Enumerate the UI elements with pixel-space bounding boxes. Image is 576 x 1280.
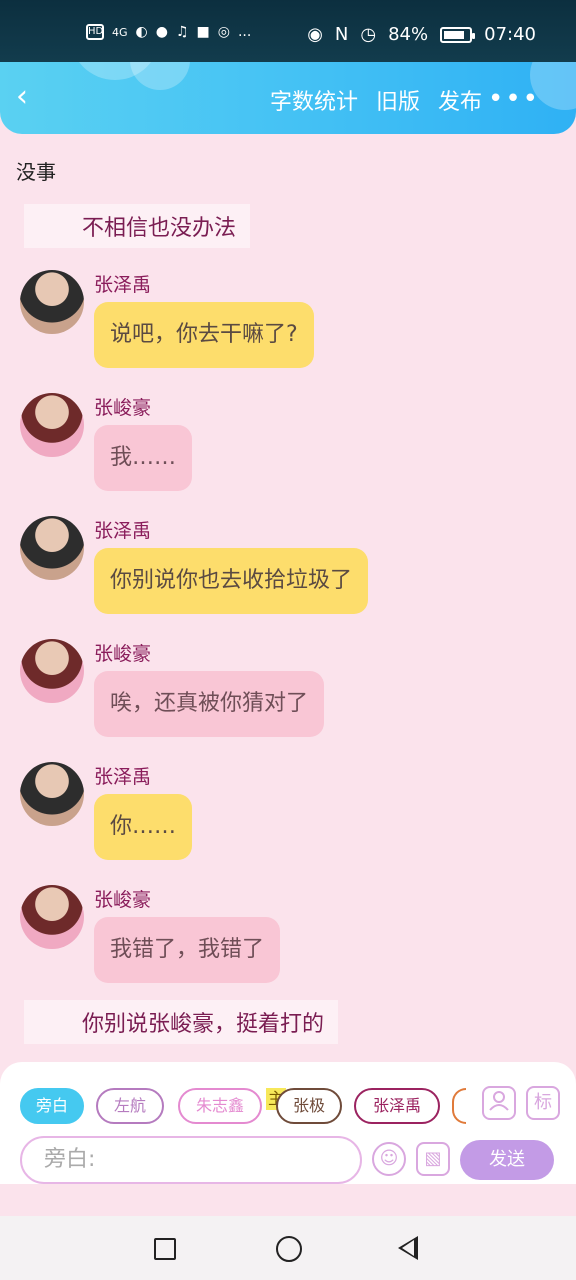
wifi-icon: ◐: [135, 24, 148, 40]
vpn-icon: ◎: [217, 24, 230, 40]
more-icon[interactable]: •••: [488, 84, 540, 114]
narration[interactable]: 你别说张峻豪，挺着打的: [24, 1000, 339, 1044]
status-bar: HD 4G ◐ ● ♫ ■ ◎ ... ◉ N ◷ 84% 07:40: [0, 0, 576, 62]
hd-icon: HD: [86, 24, 104, 40]
role-chip-zuohang[interactable]: 左航: [96, 1088, 164, 1124]
role-chip-zhangzeyu[interactable]: 张泽禹: [354, 1088, 440, 1124]
top-bar: HD 4G ◐ ● ♫ ■ ◎ ... ◉ N ◷ 84% 07:40 ‹ 字数…: [0, 0, 576, 134]
app-icon: ■: [196, 24, 210, 40]
message-bubble[interactable]: 你……: [94, 794, 193, 860]
clock: 07:40: [484, 24, 536, 45]
avatar-zhangzeyu[interactable]: [20, 270, 84, 334]
role-chip-zhuzhixin[interactable]: 朱志鑫: [178, 1088, 262, 1124]
status-right: ◉ N ◷ 84% 07:40: [307, 24, 536, 45]
status-left-icons: HD 4G ◐ ● ♫ ■ ◎ ...: [86, 24, 251, 40]
chat-area[interactable]: 没事 不相信也没办法 张泽禹 说吧，你去干嘛了? 张峻豪 我…… 张泽禹 你别说…: [0, 134, 576, 1062]
role-chip-zhangji[interactable]: 张极: [276, 1088, 342, 1124]
message-bubble[interactable]: 我……: [94, 425, 193, 491]
narration[interactable]: 不相信也没办法: [24, 204, 251, 248]
nfc-icon: N: [334, 24, 349, 45]
avatar-zhangjunhao[interactable]: [20, 639, 84, 703]
old-version-button[interactable]: 旧版: [376, 84, 420, 116]
system-nav-bar: [0, 1216, 576, 1280]
back-button[interactable]: ‹: [16, 82, 48, 114]
signal-icon: 4G: [112, 25, 128, 39]
eye-icon: ◉: [307, 24, 323, 45]
speaker-name: 张峻豪: [94, 643, 152, 665]
word-count-button[interactable]: 字数统计: [270, 84, 358, 116]
speaker-name: 张泽禹: [94, 766, 152, 788]
music-icon: ♫: [175, 24, 189, 40]
battery-fill: [444, 30, 465, 39]
app-actions: 字数统计 旧版 发布: [270, 84, 482, 116]
person-icon-graphic: [489, 1091, 509, 1111]
message-bubble[interactable]: 说吧，你去干嘛了?: [94, 302, 314, 368]
speaker-name: 张峻豪: [94, 397, 152, 419]
speed-icon: ◷: [360, 24, 377, 45]
avatar-zhangzeyu[interactable]: [20, 516, 84, 580]
speaker-name: 张泽禹: [94, 520, 152, 542]
battery-icon: [440, 26, 476, 43]
message-icon: ●: [155, 24, 168, 40]
tag-button[interactable]: 标: [526, 1086, 560, 1120]
narration-input[interactable]: 旁白:: [20, 1136, 362, 1184]
recents-icon[interactable]: [154, 1238, 176, 1260]
back-nav-icon[interactable]: [398, 1236, 418, 1260]
message-bubble[interactable]: 唉，还真被你猜对了: [94, 671, 325, 737]
avatar-zhangzeyu[interactable]: [20, 762, 84, 826]
composer-panel: 旁白 左航 朱志鑫 主 张极 张泽禹 标 旁白: ☺ ▧ 发送: [0, 1062, 576, 1184]
role-chip-narration[interactable]: 旁白: [20, 1088, 84, 1124]
more-notifications: ...: [237, 24, 252, 40]
speaker-name: 张泽禹: [94, 274, 152, 296]
image-icon[interactable]: ▧: [416, 1142, 450, 1176]
message-bubble[interactable]: 我错了，我错了: [94, 917, 281, 983]
publish-button[interactable]: 发布: [438, 84, 482, 116]
top-text: 没事: [16, 160, 56, 184]
send-button[interactable]: 发送: [460, 1140, 554, 1180]
home-icon[interactable]: [276, 1236, 302, 1262]
avatar-zhangjunhao[interactable]: [20, 885, 84, 949]
battery-percent: 84%: [388, 24, 429, 45]
role-chip-partial[interactable]: [452, 1088, 466, 1124]
emoji-icon[interactable]: ☺: [372, 1142, 406, 1176]
message-bubble[interactable]: 你别说你也去收拾垃圾了: [94, 548, 369, 614]
avatar-zhangjunhao[interactable]: [20, 393, 84, 457]
person-icon[interactable]: [482, 1086, 516, 1120]
panel-gap: [0, 1184, 576, 1216]
speaker-name: 张峻豪: [94, 889, 152, 911]
app-bar: ‹ 字数统计 旧版 发布 •••: [0, 62, 576, 134]
